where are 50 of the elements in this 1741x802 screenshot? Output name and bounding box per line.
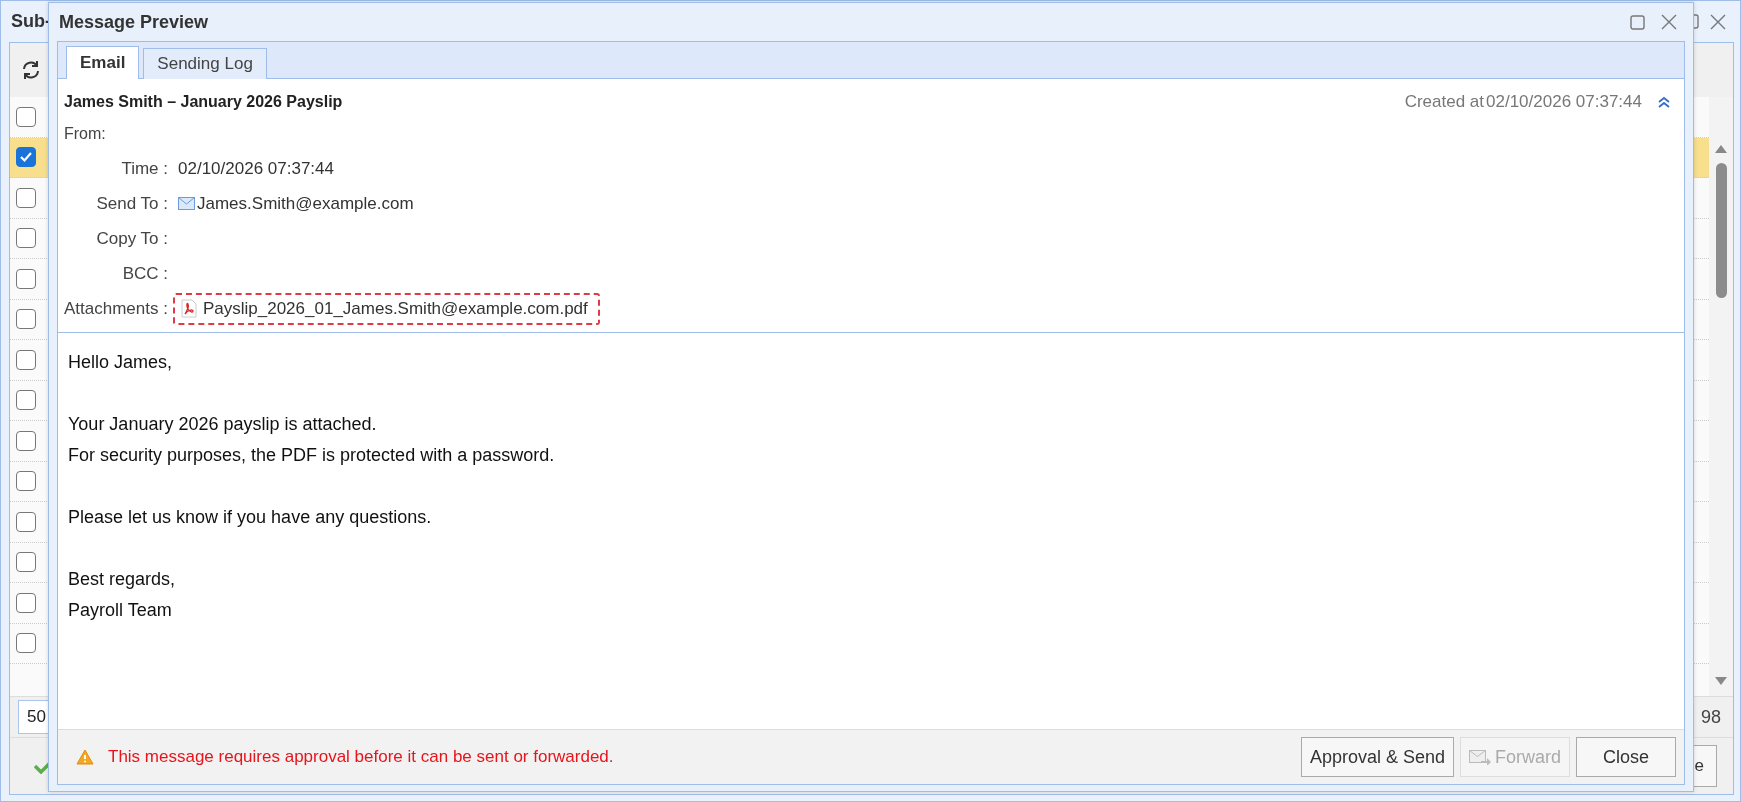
refresh-icon[interactable] (20, 59, 42, 81)
field-label: Attachments : (64, 298, 168, 319)
checkbox[interactable] (16, 633, 36, 654)
tab[interactable]: Email (66, 46, 140, 79)
checkbox[interactable] (16, 309, 36, 330)
checkbox[interactable] (16, 106, 36, 127)
collapse-icon[interactable] (1658, 96, 1670, 108)
message-line: Hello James, (68, 351, 174, 374)
checkbox[interactable] (16, 390, 36, 411)
checkbox[interactable] (16, 471, 36, 492)
field-value: 02/10/2026 07:37:44 (178, 158, 334, 179)
email-address[interactable]: James.Smith@example.com (197, 193, 414, 214)
window-title: Sub- (11, 11, 51, 32)
dialog-button[interactable]: Close (1576, 737, 1676, 777)
message-line: Best regards, (68, 568, 177, 591)
created-label: Created at (1404, 92, 1484, 112)
checkbox[interactable] (16, 228, 36, 249)
close-icon[interactable] (1661, 14, 1677, 30)
envelope-icon (178, 197, 195, 210)
from-label: From: (64, 124, 107, 144)
checkbox[interactable] (16, 147, 36, 168)
envelope-arrow-icon (1469, 749, 1491, 765)
field-label: Copy To : (95, 228, 168, 249)
pdf-icon (180, 299, 197, 318)
warning-icon (76, 749, 94, 765)
checkmark-icon (19, 150, 33, 165)
tab[interactable]: Sending Log (143, 48, 267, 79)
message-line: For security purposes, the PDF is protected with a password. (68, 444, 556, 467)
close-icon[interactable] (1710, 13, 1726, 30)
field-label: BCC : (121, 263, 168, 284)
message-line: Please let us know if you have any questions. (68, 506, 433, 529)
email-subject: James Smith – January 2026 Payslip (64, 93, 343, 111)
dialog-button[interactable]: Approval & Send (1300, 737, 1454, 777)
message-line: Payroll Team (68, 599, 173, 622)
field-label: Send To : (95, 193, 168, 214)
checkbox[interactable] (16, 552, 36, 573)
attachment-link[interactable]: Payslip_2026_01_James.Smith@example.com.pdf (172, 292, 600, 325)
checkbox[interactable] (16, 511, 36, 532)
page-info: 98 (1700, 706, 1721, 728)
checkbox[interactable] (16, 430, 36, 451)
field-label: Time : (120, 158, 168, 179)
message-line: Your January 2026 payslip is attached. (68, 413, 378, 436)
checkbox[interactable] (16, 592, 36, 613)
maximize-icon[interactable] (1630, 14, 1645, 30)
created-time: 02/10/2026 07:37:44 (1486, 92, 1642, 112)
checkbox[interactable] (16, 187, 36, 208)
dialog-title: Message Preview (59, 11, 209, 33)
warning-message: This message requires approval before it can be sent or forwarded. (108, 747, 614, 767)
checkbox[interactable] (16, 349, 36, 370)
checkbox[interactable] (16, 268, 36, 289)
